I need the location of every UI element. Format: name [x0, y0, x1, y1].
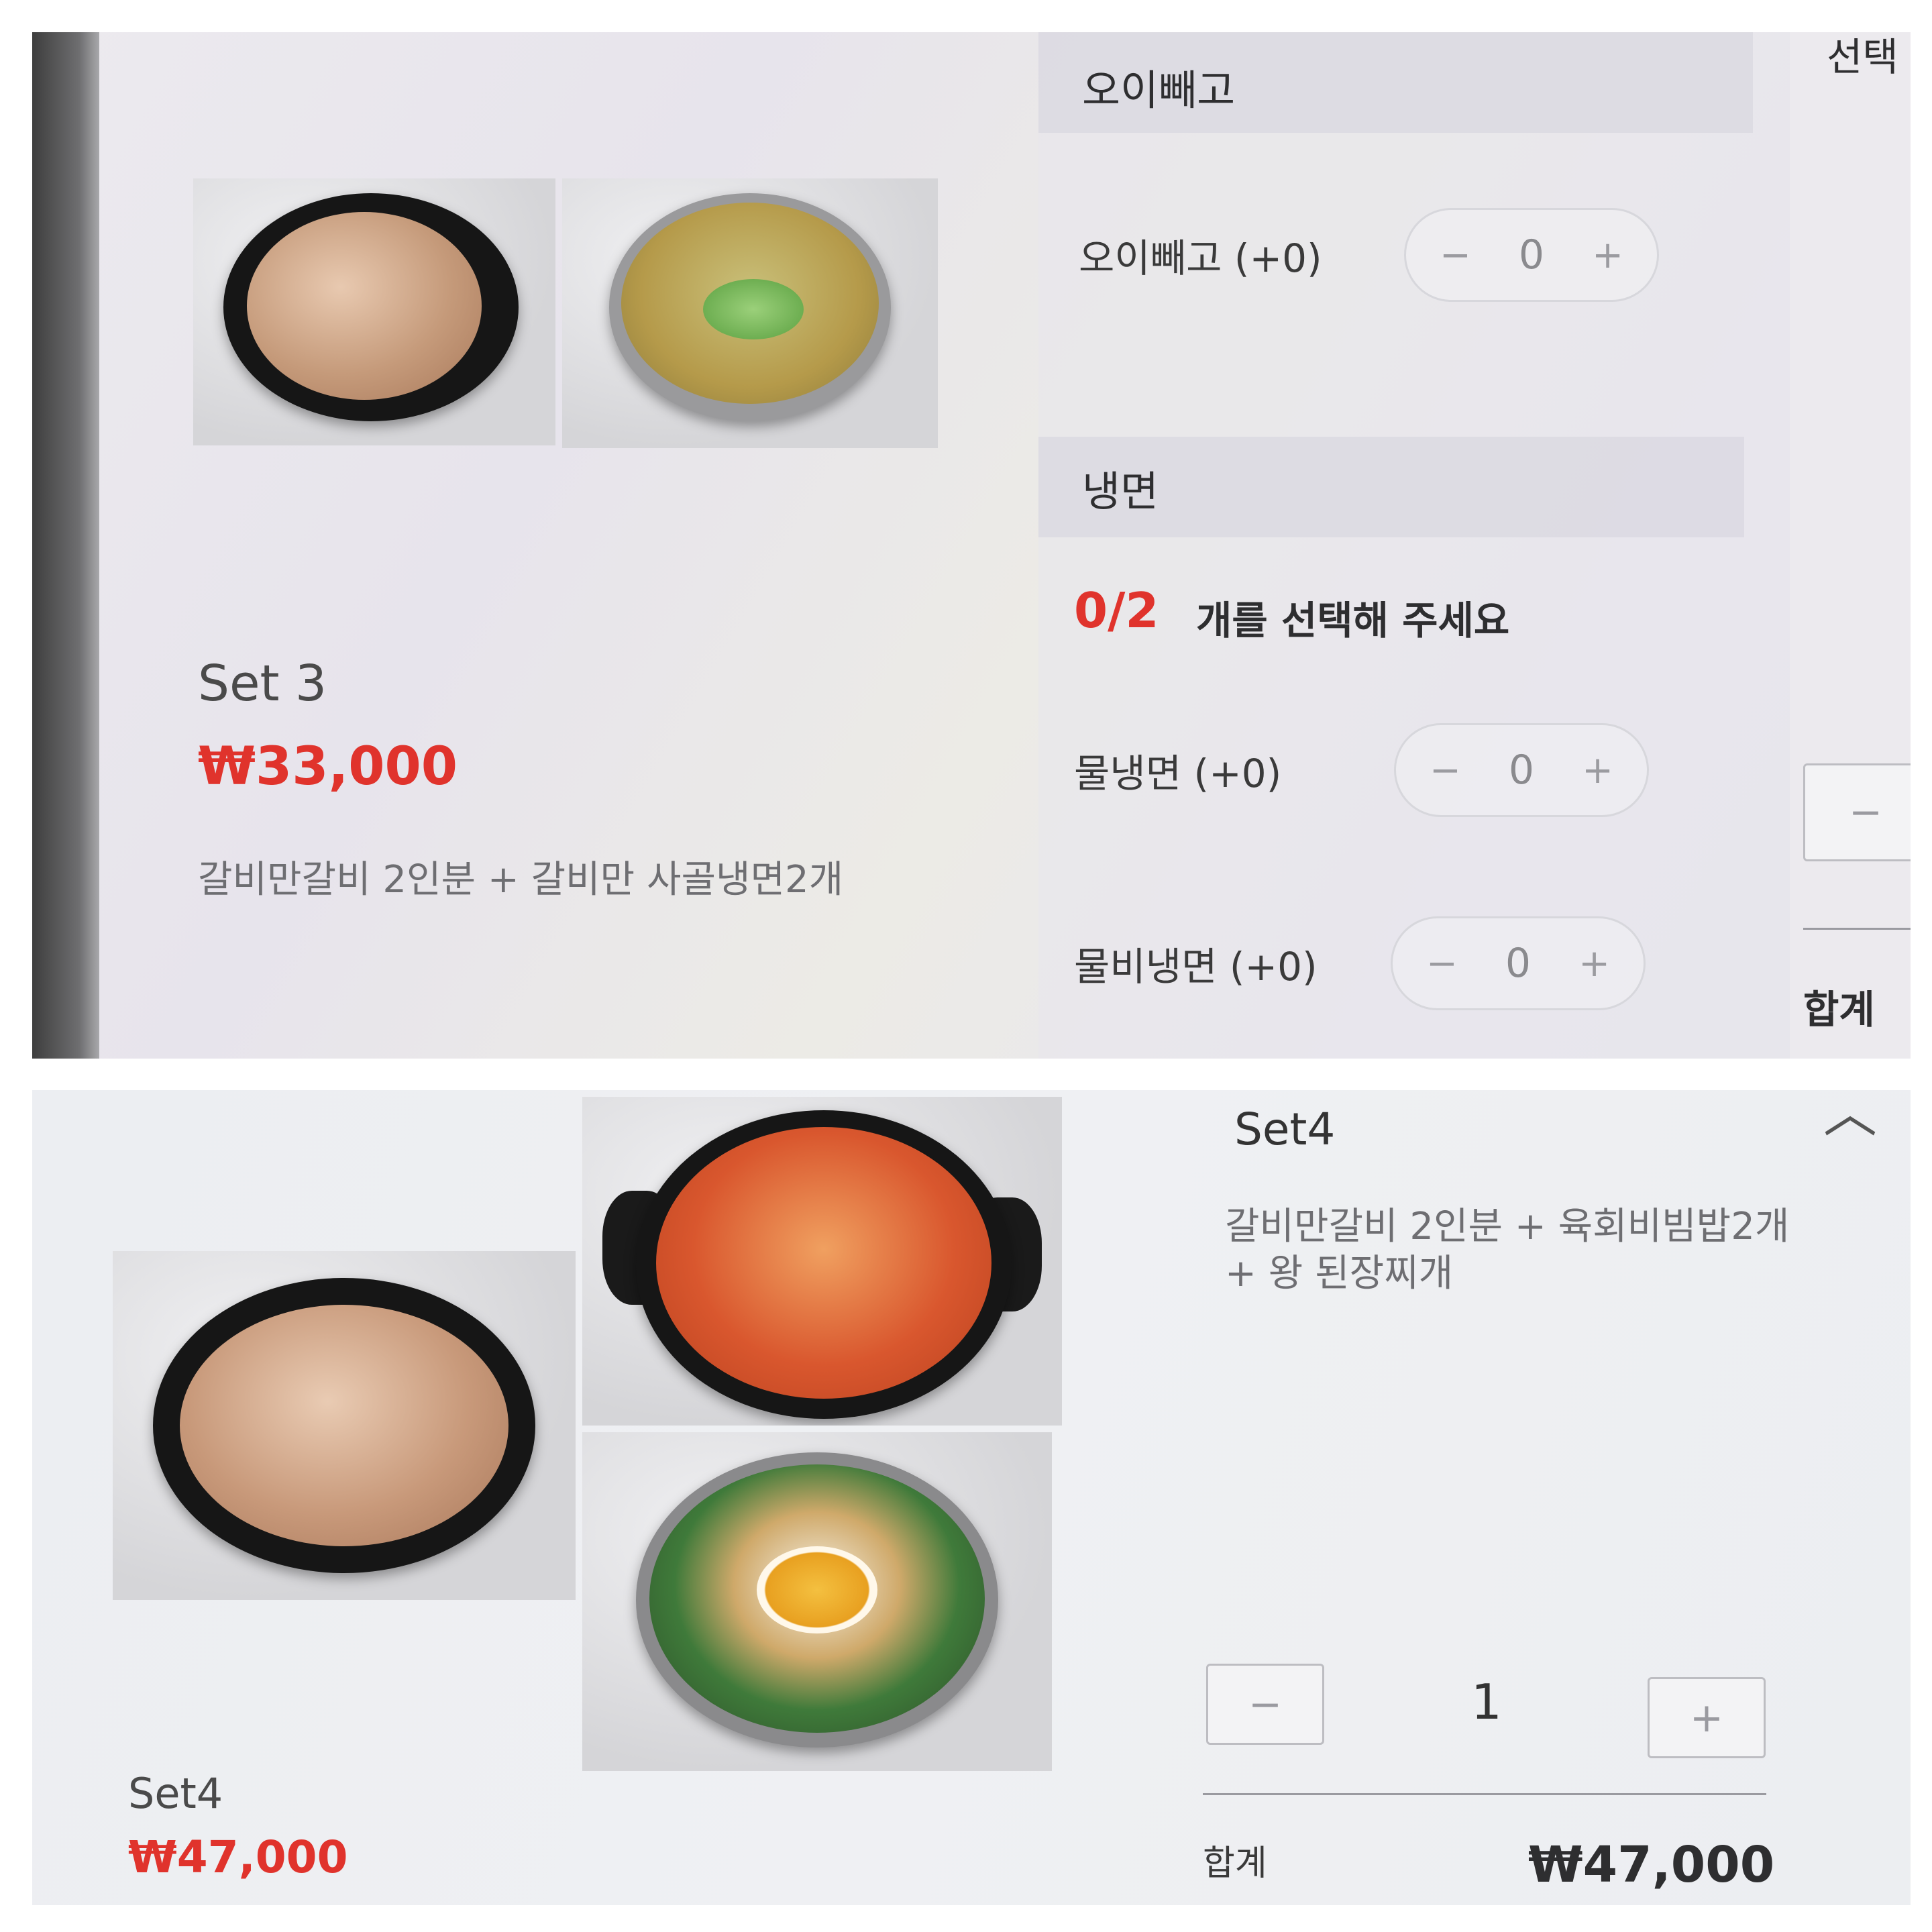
- option-label: 물비냉면 (+0): [1074, 944, 1318, 989]
- divider: [1203, 1793, 1766, 1795]
- quantity-stepper[interactable]: − 0 +: [1404, 208, 1659, 302]
- section-header: 오이빼고: [1082, 66, 1236, 115]
- minus-icon: −: [1248, 1680, 1283, 1728]
- quantity-value: 1: [1471, 1674, 1502, 1730]
- quantity-stepper[interactable]: − 0 +: [1391, 916, 1646, 1010]
- set4-screen: Set4 ₩47,000 ︿ Set4 갈비만갈비 2인분 + 육회비빔밥2개 …: [32, 1090, 1911, 1905]
- doenjang-stew-photo: [582, 1097, 1062, 1426]
- bibimbap-photo: [582, 1432, 1052, 1771]
- total-label: 합계: [1803, 987, 1875, 1032]
- divider: [1803, 928, 1911, 930]
- quantity-stepper[interactable]: − 0 +: [1394, 723, 1649, 817]
- naengmyeon-photo: [562, 178, 938, 448]
- option-label: 물냉면 (+0): [1074, 751, 1282, 796]
- close-icon[interactable]: ︿: [1823, 1090, 1877, 1148]
- clipped-header: 선택: [1827, 34, 1898, 80]
- minus-icon: −: [1848, 789, 1883, 836]
- set-title: Set 3: [198, 655, 327, 712]
- plus-button[interactable]: +: [1578, 942, 1610, 985]
- section-header: 냉면: [1082, 467, 1159, 516]
- set-description: 갈비만갈비 2인분 + 갈비만 사골냉면2개: [198, 858, 844, 902]
- minus-button[interactable]: −: [1426, 942, 1458, 985]
- set-price: ₩33,000: [198, 737, 458, 797]
- minus-button[interactable]: −: [1206, 1664, 1324, 1745]
- galbi-photo: [113, 1251, 576, 1600]
- stepper-count: 0: [1508, 747, 1535, 794]
- detail-description-line1: 갈비만갈비 2인분 + 육회비빔밥2개: [1225, 1205, 1790, 1248]
- detail-description-line2: + 왕 된장찌개: [1225, 1252, 1454, 1295]
- plus-button[interactable]: +: [1592, 233, 1623, 277]
- total-label: 합계: [1203, 1843, 1267, 1884]
- minus-button[interactable]: −: [1440, 233, 1471, 277]
- required-instruction: 개를 선택해 주세요: [1196, 598, 1510, 643]
- options-column: [1038, 32, 1790, 1059]
- set-price: ₩47,000: [128, 1831, 348, 1883]
- minus-button[interactable]: −: [1430, 749, 1461, 792]
- galbi-photo: [193, 178, 555, 445]
- stepper-count: 0: [1505, 940, 1532, 987]
- detail-title: Set4: [1234, 1104, 1336, 1155]
- plus-button[interactable]: +: [1648, 1677, 1766, 1758]
- option-label: 오이빼고 (+0): [1079, 235, 1322, 281]
- set-title: Set4: [128, 1769, 223, 1818]
- screen-bezel: [32, 32, 99, 1059]
- stepper-count: 0: [1518, 231, 1545, 278]
- plus-icon: +: [1689, 1694, 1724, 1741]
- minus-button[interactable]: −: [1803, 763, 1911, 861]
- set3-screen: Set 3 ₩33,000 갈비만갈비 2인분 + 갈비만 사골냉면2개 오이빼…: [32, 32, 1911, 1059]
- plus-button[interactable]: +: [1582, 749, 1613, 792]
- required-count: 0/2: [1074, 582, 1159, 639]
- side-summary: [1790, 32, 1911, 1059]
- total-value: ₩47,000: [1528, 1836, 1775, 1894]
